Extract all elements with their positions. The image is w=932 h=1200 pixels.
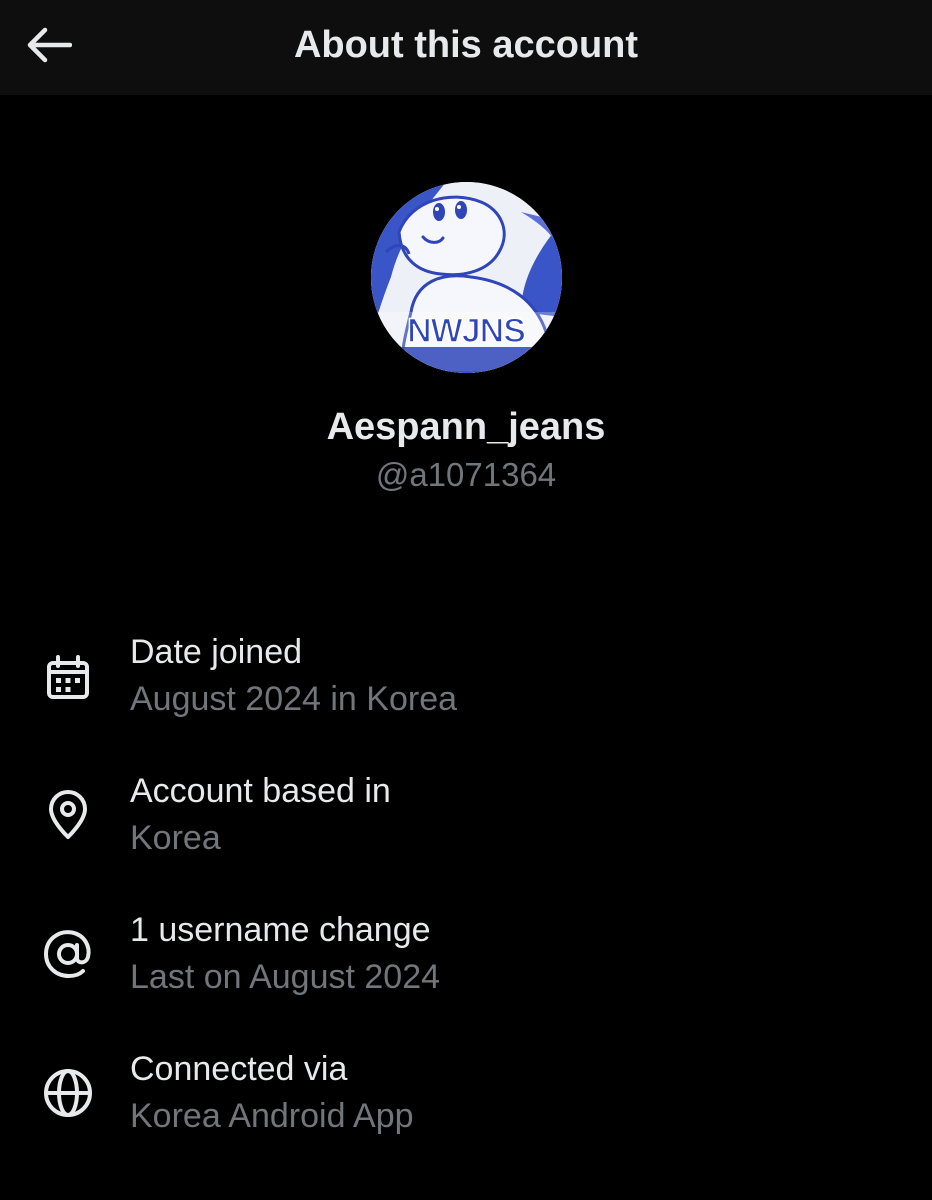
top-app-bar: About this account [0, 0, 932, 95]
avatar-logo-text: NWJNS [407, 312, 525, 350]
detail-row-username-changes: 1 username change Last on August 2024 [0, 908, 932, 1018]
detail-title: Account based in [130, 772, 391, 810]
detail-title: Date joined [130, 633, 303, 671]
username-handle: @a1071364 [375, 456, 557, 493]
avatar[interactable]: NWJNS [371, 182, 562, 373]
detail-title: 1 username change [130, 911, 431, 949]
detail-value: Last on August 2024 [130, 958, 441, 996]
detail-value: Korea [130, 819, 221, 857]
display-name: Aespann_jeans [326, 406, 606, 448]
globe-icon [40, 1065, 96, 1121]
location-pin-icon [40, 787, 96, 843]
detail-row-connected-via: Connected via Korea Android App [0, 1047, 932, 1157]
calendar-icon [40, 650, 96, 706]
detail-value: August 2024 in Korea [130, 680, 458, 718]
detail-value: Korea Android App [130, 1097, 414, 1135]
detail-title: Connected via [130, 1050, 348, 1088]
page-title: About this account [293, 24, 639, 66]
detail-row-account-location: Account based in Korea [0, 769, 932, 879]
at-sign-icon [40, 926, 96, 982]
detail-row-date-joined: Date joined August 2024 in Korea [0, 630, 932, 740]
